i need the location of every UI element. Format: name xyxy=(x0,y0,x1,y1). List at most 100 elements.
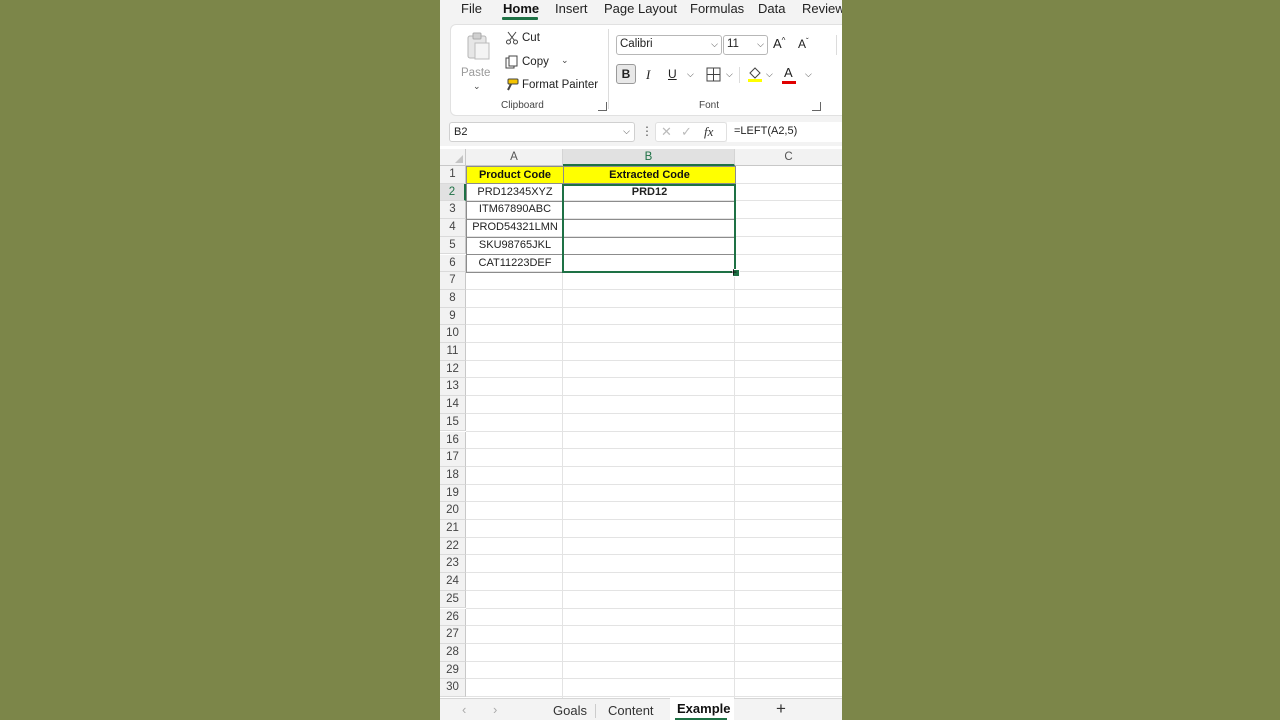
formula-input[interactable]: =LEFT(A2,5) xyxy=(727,122,842,142)
row-header[interactable]: 30 xyxy=(440,679,466,697)
cut-button[interactable]: Cut xyxy=(505,29,555,47)
sheet-tab-example[interactable]: Example xyxy=(677,701,730,716)
caret-up-icon: ^ xyxy=(781,36,786,45)
formula-actions: ✕ ✓ fx xyxy=(655,122,727,142)
tab-page-layout[interactable]: Page Layout xyxy=(604,1,677,16)
cell-b1[interactable]: Extracted Code xyxy=(563,166,736,184)
sheet-tab-bar: ‹ › Goals Content Example + xyxy=(440,698,842,720)
chevron-right-icon[interactable]: › xyxy=(493,702,497,717)
font-color-chevron-icon[interactable]: ⌵ xyxy=(805,69,812,80)
row-header[interactable]: 9 xyxy=(440,307,466,326)
row-header[interactable]: 22 xyxy=(440,537,466,556)
cell-a3[interactable]: ITM67890ABC xyxy=(466,201,564,221)
row-header[interactable]: 21 xyxy=(440,520,466,538)
row-header[interactable]: 10 xyxy=(440,325,466,343)
cell-a1[interactable]: Product Code xyxy=(466,166,564,184)
cancel-icon[interactable]: ✕ xyxy=(661,124,672,140)
row-header[interactable]: 7 xyxy=(440,272,466,290)
row-header[interactable]: 3 xyxy=(440,201,466,220)
cell-a5[interactable]: SKU98765JKL xyxy=(466,236,564,256)
font-color-letter: A xyxy=(784,65,793,80)
chevron-down-icon: ⌵ xyxy=(623,126,630,136)
row-header[interactable]: 4 xyxy=(440,219,466,237)
underline-button[interactable]: U xyxy=(668,67,677,81)
copy-button[interactable]: Copy ⌄ xyxy=(505,53,575,71)
row-header[interactable]: 26 xyxy=(440,608,466,627)
tab-insert[interactable]: Insert xyxy=(555,1,588,16)
row-header[interactable]: 24 xyxy=(440,573,466,591)
paintbrush-icon xyxy=(507,78,519,91)
bold-button[interactable]: B xyxy=(616,64,636,84)
row-header[interactable]: 13 xyxy=(440,378,466,397)
row-header[interactable]: 20 xyxy=(440,502,466,520)
gridline-horizontal xyxy=(466,342,842,343)
row-header[interactable]: 27 xyxy=(440,626,466,644)
cell-a6[interactable]: CAT11223DEF xyxy=(466,254,564,274)
underline-chevron-icon[interactable]: ⌵ xyxy=(687,69,694,80)
chevron-down-icon: ⌵ xyxy=(757,39,764,49)
add-sheet-button[interactable]: + xyxy=(776,699,786,719)
increase-font-size-button[interactable]: A^ xyxy=(773,36,785,51)
copy-chevron-icon[interactable]: ⌄ xyxy=(561,55,569,66)
row-header[interactable]: 23 xyxy=(440,555,466,574)
row-header[interactable]: 18 xyxy=(440,466,466,485)
gridline-horizontal xyxy=(466,660,842,662)
row-header[interactable]: 6 xyxy=(440,254,466,273)
row-header[interactable]: 15 xyxy=(440,413,466,432)
tab-file[interactable]: File xyxy=(461,1,482,16)
insert-function-icon[interactable]: fx xyxy=(704,124,713,140)
row-header[interactable]: 19 xyxy=(440,484,466,503)
selection-range-b2-b6[interactable] xyxy=(562,183,736,273)
row-header[interactable]: 28 xyxy=(440,643,466,662)
cell-a4[interactable]: PROD54321LMN xyxy=(466,219,564,238)
gridline-horizontal xyxy=(466,625,842,627)
row-header[interactable]: 25 xyxy=(440,590,466,609)
sheet-tab-content[interactable]: Content xyxy=(608,703,654,718)
row-header[interactable]: 8 xyxy=(440,289,466,308)
decrease-font-size-button[interactable]: Aˇ xyxy=(798,37,809,51)
row-header[interactable]: 29 xyxy=(440,661,466,680)
fill-color-chevron-icon[interactable]: ⌵ xyxy=(766,69,773,80)
worksheet-grid[interactable]: A B C 1 2 3 4 5 6 7 8 9 10 11 12 13 14 15 16 17 18 19 20 21 2… xyxy=(440,149,842,698)
copy-label: Copy xyxy=(522,56,549,68)
font-size-value: 11 xyxy=(727,38,739,50)
more-options-icon[interactable]: ⋮ xyxy=(641,124,653,138)
row-header[interactable]: 12 xyxy=(440,360,466,379)
select-all-corner[interactable] xyxy=(440,149,466,166)
row-header[interactable]: 11 xyxy=(440,343,466,361)
paste-button[interactable]: Paste ⌄ xyxy=(457,29,497,91)
italic-button[interactable]: I xyxy=(646,67,650,83)
font-color-button[interactable]: A xyxy=(782,65,796,84)
name-box[interactable]: B2 ⌵ xyxy=(449,122,635,142)
borders-icon[interactable] xyxy=(706,67,721,82)
gridline-horizontal xyxy=(466,678,842,680)
clipboard-launcher-icon[interactable] xyxy=(598,102,607,111)
column-header-a[interactable]: A xyxy=(466,149,563,166)
formula-value: =LEFT(A2,5) xyxy=(734,125,798,137)
tab-formulas[interactable]: Formulas xyxy=(690,1,744,16)
sheet-tab-goals[interactable]: Goals xyxy=(553,703,587,718)
decrease-font-icon: A xyxy=(798,37,807,51)
tab-data[interactable]: Data xyxy=(758,1,785,16)
tab-home[interactable]: Home xyxy=(503,1,539,16)
borders-chevron-icon[interactable]: ⌵ xyxy=(726,69,733,80)
cell-a2[interactable]: PRD12345XYZ xyxy=(466,183,564,203)
enter-check-icon[interactable]: ✓ xyxy=(681,124,692,140)
tab-review[interactable]: Review xyxy=(802,1,842,16)
column-header-c[interactable]: C xyxy=(735,149,842,166)
gridline-horizontal xyxy=(466,642,842,644)
format-painter-button[interactable]: Format Painter xyxy=(505,76,601,94)
row-header[interactable]: 17 xyxy=(440,449,466,467)
column-header-b[interactable]: B xyxy=(563,149,735,166)
chevron-left-icon[interactable]: ‹ xyxy=(462,702,466,717)
fill-color-icon[interactable] xyxy=(747,66,763,82)
caret-down-icon: ˇ xyxy=(806,37,809,46)
row-header[interactable]: 14 xyxy=(440,396,466,414)
row-header[interactable]: 2 xyxy=(440,183,466,202)
row-header[interactable]: 5 xyxy=(440,236,466,255)
row-header[interactable]: 1 xyxy=(440,166,466,184)
font-size-select[interactable]: 11 ⌵ xyxy=(723,35,768,55)
font-launcher-icon[interactable] xyxy=(812,102,821,111)
font-name-select[interactable]: Calibri ⌵ xyxy=(616,35,722,55)
row-header[interactable]: 16 xyxy=(440,431,466,450)
